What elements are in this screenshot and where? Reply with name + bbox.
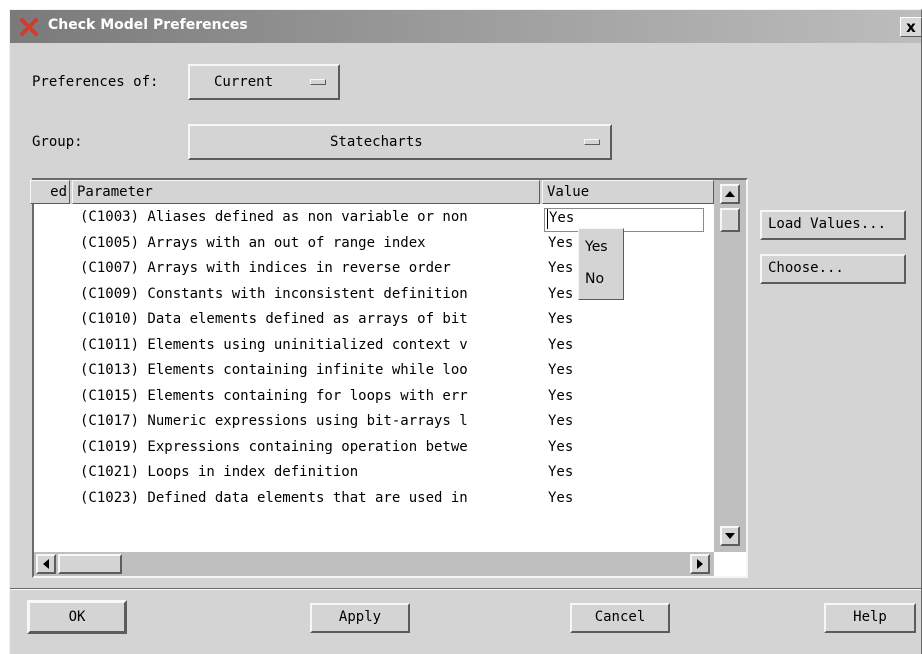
table-row[interactable]: (C1019) Expressions containing operation… [34, 437, 714, 463]
parameter-cell: (C1009) Constants with inconsistent defi… [80, 285, 468, 302]
column-header-ed[interactable]: ed [30, 180, 70, 204]
parameter-cell: (C1019) Expressions containing operation… [80, 438, 468, 455]
group-value: Statecharts [330, 134, 423, 150]
value-cell[interactable]: Yes [548, 311, 573, 327]
table-row[interactable]: (C1010) Data elements defined as arrays … [34, 309, 714, 335]
up-arrow-icon [725, 191, 735, 197]
horizontal-scrollbar[interactable] [34, 552, 714, 576]
table-row[interactable]: (C1013) Elements containing infinite whi… [34, 360, 714, 386]
value-cell[interactable]: Yes [548, 235, 573, 251]
cancel-button[interactable]: Cancel [570, 603, 670, 633]
table-row[interactable]: (C1015) Elements containing for loops wi… [34, 386, 714, 412]
footer-separator [10, 588, 921, 590]
parameter-cell: (C1021) Loops in index definition [80, 464, 359, 480]
column-header-parameter[interactable]: Parameter [72, 180, 540, 204]
value-cell[interactable]: Yes [548, 337, 573, 353]
table-row[interactable]: (C1017) Numeric expressions using bit-ar… [34, 411, 714, 437]
parameter-cell: (C1015) Elements containing for loops wi… [80, 387, 468, 404]
preferences-of-value: Current [214, 74, 274, 90]
value-dropdown-popup: Yes No [578, 228, 624, 300]
load-values-button[interactable]: Load Values... [760, 210, 906, 240]
parameter-cell: (C1003) Aliases defined as non variable … [80, 209, 468, 225]
apply-button[interactable]: Apply [310, 603, 410, 633]
right-arrow-icon [697, 559, 703, 569]
table-row[interactable]: (C1023) Defined data elements that are u… [34, 488, 714, 514]
group-menu[interactable]: Statecharts [188, 124, 612, 160]
scroll-down-arrow[interactable] [720, 526, 740, 546]
parameter-cell: (C1013) Elements containing infinite whi… [80, 362, 468, 378]
parameter-cell: (C1007) Arrays with indices in reverse o… [80, 260, 451, 276]
popup-option-no[interactable]: No [585, 271, 604, 287]
choose-button[interactable]: Choose... [760, 254, 906, 284]
parameter-cell: (C1011) Elements using uninitialized con… [80, 336, 468, 353]
option-menu-indicator-icon [310, 79, 326, 85]
left-arrow-icon [43, 559, 49, 569]
value-cell[interactable]: Yes [548, 362, 573, 378]
value-cell[interactable]: Yes [548, 286, 573, 302]
check-model-preferences-dialog: Check Model Preferences x Preferences of… [9, 9, 922, 654]
parameter-cell: (C1017) Numeric expressions using bit-ar… [80, 413, 468, 429]
window-title: Check Model Preferences [48, 17, 248, 33]
value-cell[interactable]: Yes [548, 439, 573, 455]
option-menu-indicator-icon [584, 139, 600, 145]
horizontal-scroll-thumb[interactable] [58, 554, 122, 574]
table-row[interactable]: (C1011) Elements using uninitialized con… [34, 335, 714, 361]
ok-button[interactable]: OK [27, 600, 127, 634]
column-header-value[interactable]: Value [542, 180, 714, 204]
help-button[interactable]: Help [824, 603, 916, 633]
table-header: ed Parameter Value [30, 180, 714, 204]
down-arrow-icon [725, 533, 735, 539]
popup-option-yes[interactable]: Yes [585, 239, 608, 255]
value-edit-field[interactable]: Yes [544, 208, 704, 232]
group-label: Group: [32, 134, 83, 150]
value-edit-text: Yes [549, 210, 575, 226]
value-cell[interactable]: Yes [548, 490, 573, 506]
vertical-scrollbar[interactable] [714, 180, 746, 552]
value-cell[interactable]: Yes [548, 413, 573, 429]
preferences-of-label: Preferences of: [32, 74, 159, 90]
parameter-cell: (C1005) Arrays with an out of range inde… [80, 234, 426, 251]
text-cursor [547, 209, 548, 229]
value-cell[interactable]: Yes [548, 388, 573, 404]
parameter-cell: (C1010) Data elements defined as arrays … [80, 311, 468, 327]
value-cell[interactable]: Yes [548, 464, 573, 480]
app-x-icon [20, 18, 38, 36]
parameter-cell: (C1023) Defined data elements that are u… [80, 489, 468, 506]
title-bar[interactable]: Check Model Preferences x [10, 10, 922, 43]
table-row[interactable]: (C1021) Loops in index definition Yes [34, 462, 714, 488]
scroll-right-arrow[interactable] [690, 554, 710, 574]
vertical-scroll-thumb[interactable] [720, 208, 740, 232]
preferences-of-menu[interactable]: Current [188, 64, 340, 100]
scroll-up-arrow[interactable] [720, 184, 740, 204]
close-button[interactable]: x [900, 17, 922, 37]
scroll-left-arrow[interactable] [36, 554, 56, 574]
value-cell[interactable]: Yes [548, 260, 573, 276]
parameters-table: ed Parameter Value (C1003) Aliases defin… [30, 178, 748, 578]
